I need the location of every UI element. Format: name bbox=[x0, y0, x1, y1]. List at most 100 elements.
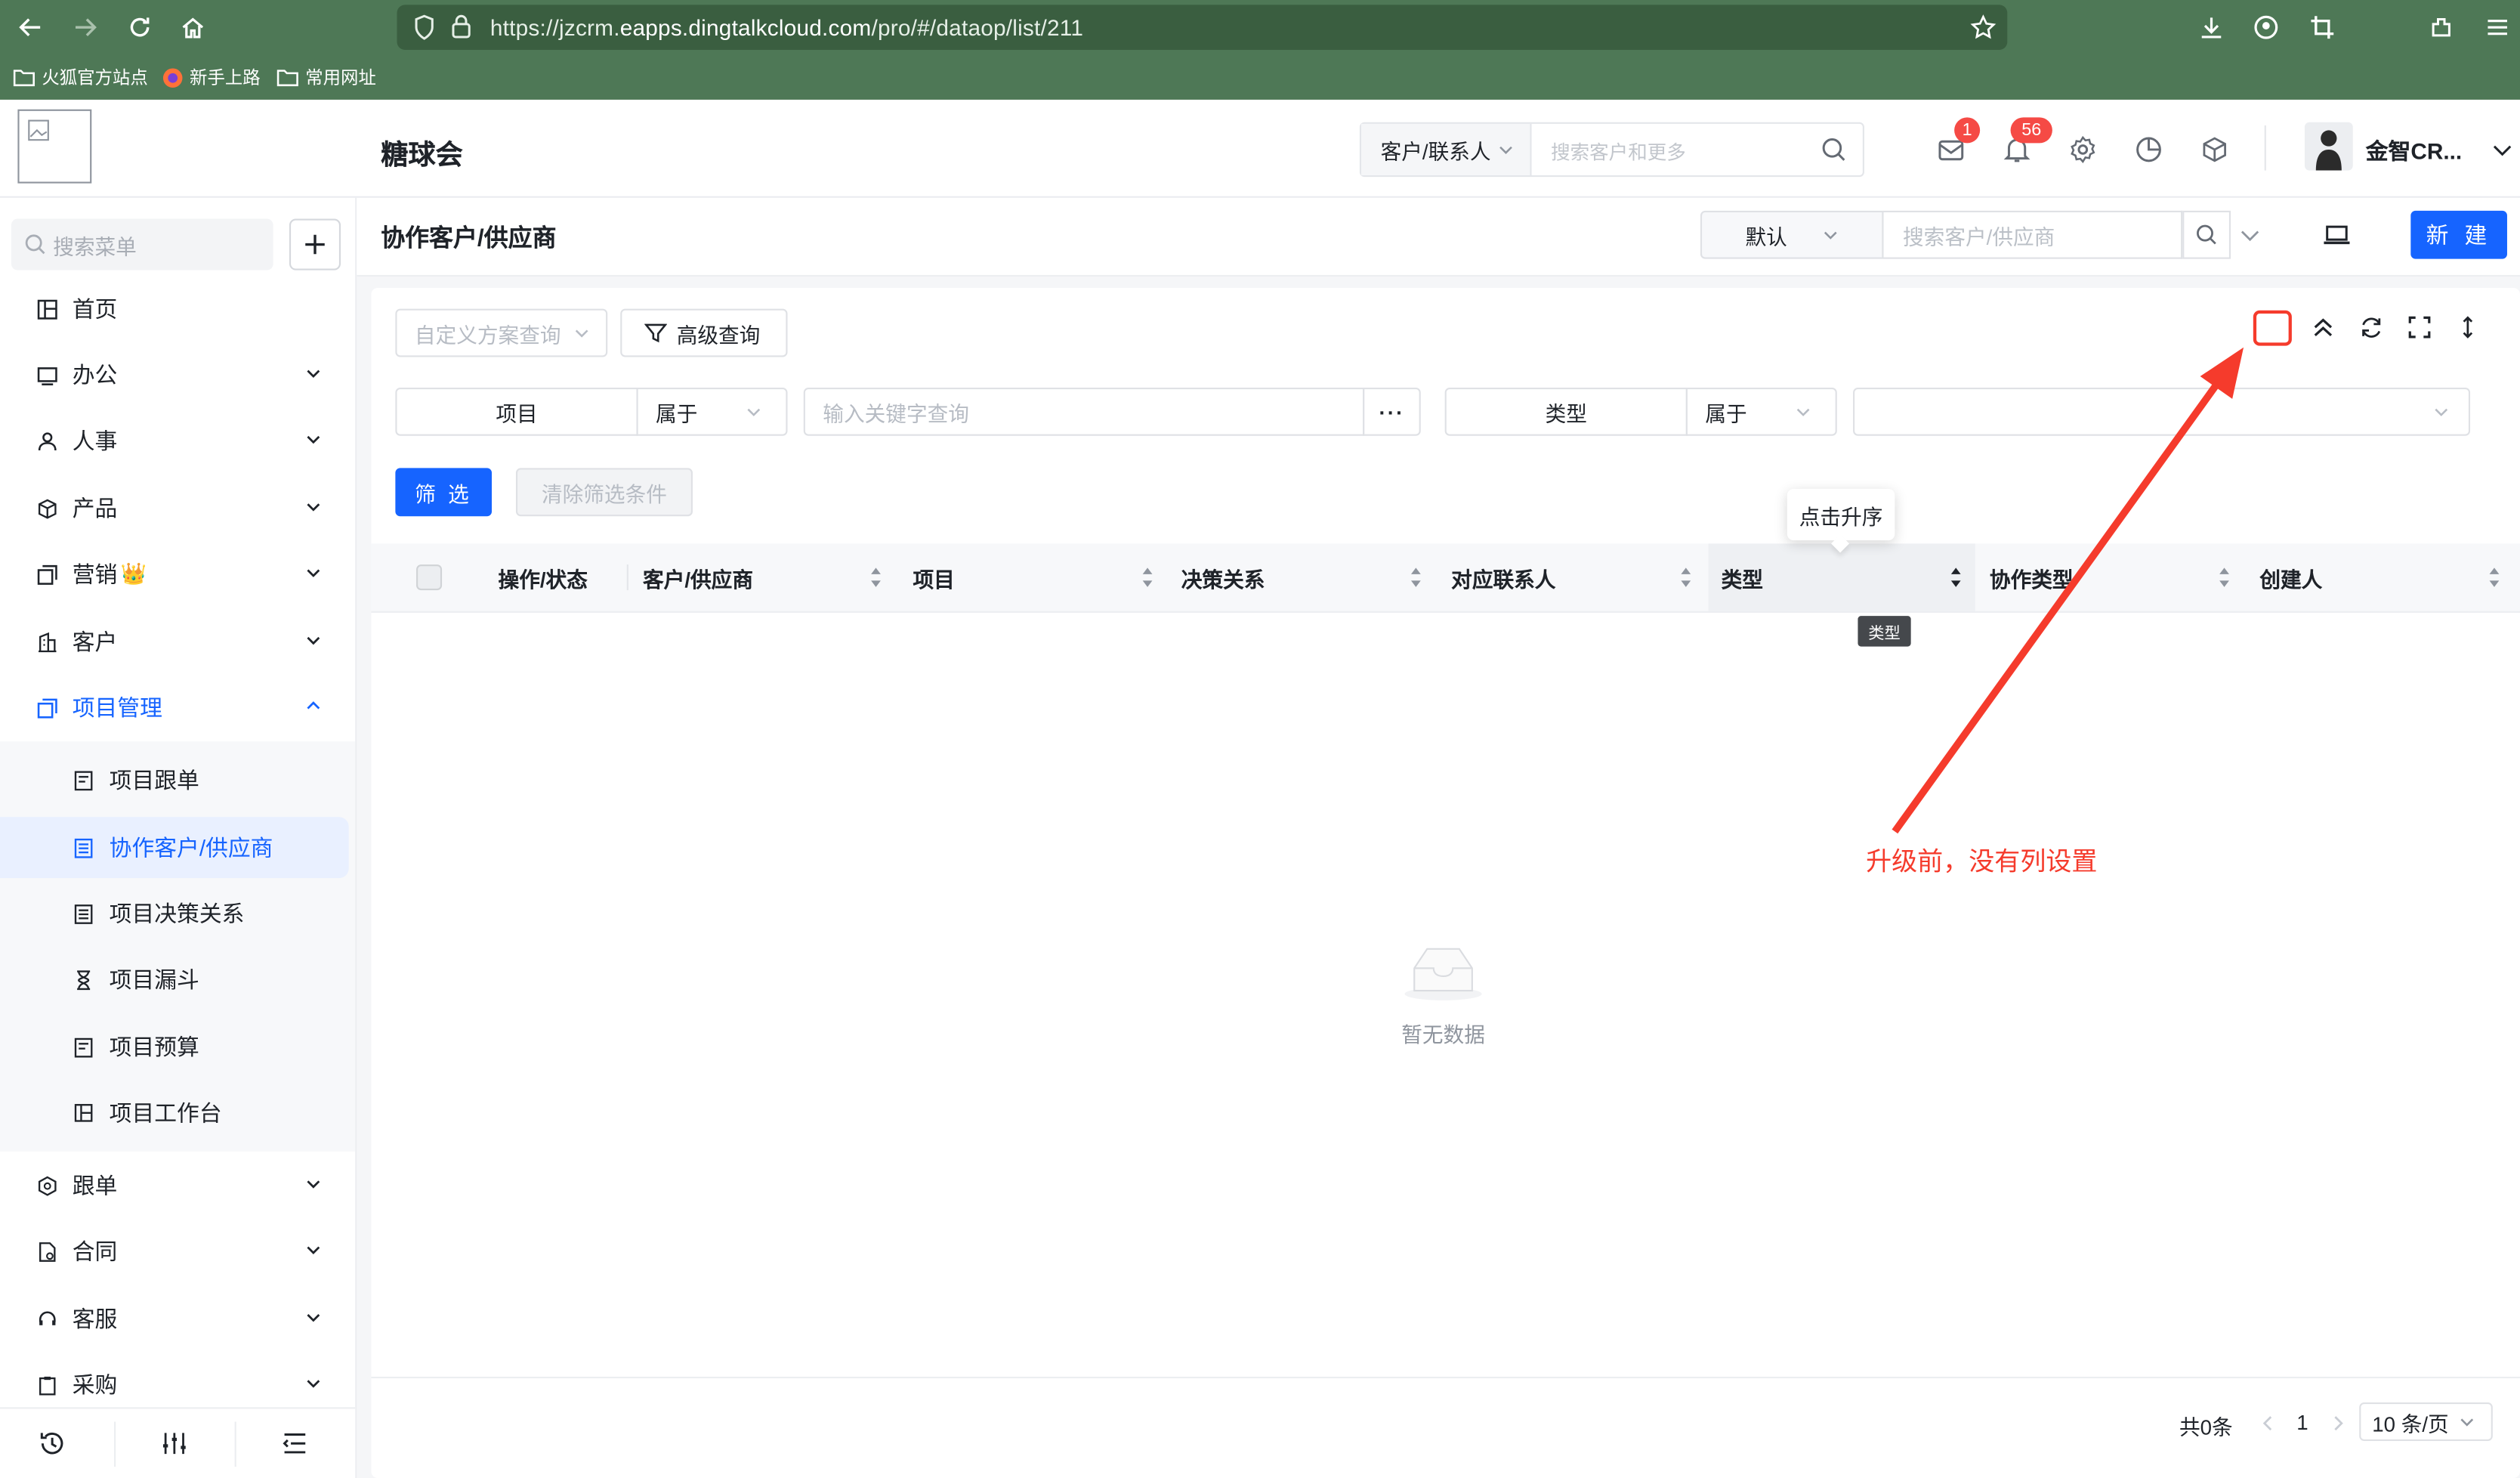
search-icon bbox=[25, 234, 45, 255]
select-all-checkbox[interactable] bbox=[416, 564, 443, 591]
submenu-item-decision-relations[interactable]: 项目决策关系 bbox=[0, 883, 349, 944]
sidebar-item-label: 采购 bbox=[72, 1371, 118, 1398]
sidebar-item-label: 首页 bbox=[72, 295, 118, 322]
sidebar-item-project-management[interactable]: 项目管理 bbox=[0, 677, 349, 738]
chevron-up-icon bbox=[307, 701, 320, 710]
prev-page-icon[interactable] bbox=[2261, 1415, 2274, 1431]
search-type-label: 客户/联系人 bbox=[1380, 139, 1491, 164]
column-header-decision[interactable]: 决策关系 bbox=[1181, 543, 1442, 611]
keyword-input[interactable]: 输入关键字查询 bbox=[803, 387, 1365, 436]
view-select[interactable]: 默认 bbox=[1700, 210, 1884, 259]
filter-field-type[interactable]: 类型 bbox=[1444, 387, 1688, 436]
submenu-item-funnel[interactable]: 项目漏斗 bbox=[0, 949, 349, 1010]
copy-icon bbox=[36, 563, 58, 586]
sidebar-item-hr[interactable]: 人事 bbox=[0, 410, 349, 472]
submenu-item-budget[interactable]: 项目预算 bbox=[0, 1016, 349, 1078]
page-search-input[interactable]: 搜索客户/供应商 bbox=[1883, 210, 2183, 259]
sidebar-item-service[interactable]: 客服 bbox=[0, 1288, 349, 1350]
add-menu-button[interactable] bbox=[289, 218, 341, 271]
account-icon[interactable] bbox=[2248, 10, 2284, 45]
advanced-query-button[interactable]: 高级查询 bbox=[620, 308, 788, 357]
app-header: 糖球会 客户/联系人 搜索客户和更多 1 56 金智CR... bbox=[0, 99, 2520, 198]
search-icon[interactable] bbox=[1821, 137, 1847, 162]
submenu-item-project-followup[interactable]: 项目跟单 bbox=[0, 750, 349, 811]
gear-icon[interactable] bbox=[2065, 132, 2101, 168]
bookmark-2[interactable]: 新手上路 bbox=[162, 64, 261, 90]
filter-field-project[interactable]: 项目 bbox=[395, 387, 638, 436]
chevron-down-icon bbox=[307, 636, 320, 645]
next-page-icon[interactable] bbox=[2332, 1415, 2345, 1431]
menu-search-input[interactable]: 搜索菜单 bbox=[11, 218, 273, 271]
search-icon bbox=[2197, 224, 2216, 245]
submenu-label: 项目决策关系 bbox=[109, 900, 245, 926]
fullscreen-icon[interactable] bbox=[2407, 315, 2432, 339]
sidebar-item-deals[interactable]: 跟单 bbox=[0, 1155, 349, 1216]
page-search-button[interactable] bbox=[2182, 210, 2231, 259]
footer-divider bbox=[371, 1376, 2520, 1379]
more-button[interactable]: ··· bbox=[1363, 387, 1421, 436]
sidebar-item-purchase[interactable]: 采购 bbox=[0, 1362, 349, 1408]
chevron-down-icon bbox=[307, 1380, 320, 1388]
laptop-icon[interactable] bbox=[2322, 222, 2351, 248]
collapse-up-icon[interactable] bbox=[2311, 315, 2335, 339]
submenu-item-partner-suppliers[interactable]: 协作客户/供应商 bbox=[0, 817, 349, 879]
logo[interactable] bbox=[17, 109, 92, 184]
bookmark-star-icon[interactable] bbox=[1970, 14, 1997, 40]
extensions-icon[interactable] bbox=[2423, 10, 2459, 45]
submenu-item-workbench[interactable]: 项目工作台 bbox=[0, 1082, 349, 1143]
page-size-select[interactable]: 10 条/页 bbox=[2359, 1402, 2493, 1442]
headset-icon bbox=[36, 1307, 58, 1330]
sidebar-item-label: 办公 bbox=[72, 361, 118, 388]
chevron-down-icon[interactable] bbox=[2493, 141, 2512, 157]
column-header-project[interactable]: 项目 bbox=[913, 543, 1173, 611]
filter-op-label: 属于 bbox=[1705, 401, 1747, 425]
chevron-down-icon bbox=[307, 370, 320, 379]
filter-button[interactable]: 筛 选 bbox=[395, 468, 493, 517]
filter-op-project[interactable]: 属于 bbox=[636, 387, 788, 436]
column-header-creator[interactable]: 创建人 bbox=[2259, 543, 2520, 611]
forward-icon[interactable] bbox=[67, 10, 103, 45]
column-label: 操作/状态 bbox=[498, 567, 588, 592]
lock-icon[interactable] bbox=[452, 14, 471, 39]
notification-badge: 56 bbox=[2010, 117, 2052, 144]
search-type-select[interactable]: 客户/联系人 bbox=[1361, 123, 1532, 175]
filter-op-type[interactable]: 属于 bbox=[1685, 387, 1837, 436]
reload-icon[interactable] bbox=[122, 10, 158, 45]
history-icon[interactable] bbox=[39, 1430, 66, 1457]
current-page[interactable]: 1 bbox=[2296, 1411, 2308, 1435]
refresh-icon[interactable] bbox=[2359, 315, 2383, 339]
user-name[interactable]: 金智CR... bbox=[2366, 135, 2462, 168]
sidebar-item-home[interactable]: 首页 bbox=[0, 278, 349, 339]
bookmark-3[interactable]: 常用网址 bbox=[276, 64, 376, 90]
row-height-icon[interactable] bbox=[2456, 315, 2480, 339]
avatar[interactable] bbox=[2304, 122, 2353, 171]
bookmark-1[interactable]: 火狐官方站点 bbox=[13, 64, 148, 90]
collapse-menu-icon[interactable] bbox=[281, 1430, 308, 1457]
crop-icon[interactable] bbox=[2305, 10, 2340, 45]
settings-sliders-icon[interactable] bbox=[161, 1430, 188, 1457]
download-icon[interactable] bbox=[2194, 10, 2229, 45]
global-search[interactable]: 客户/联系人 搜索客户和更多 bbox=[1359, 122, 1864, 178]
sidebar-item-office[interactable]: 办公 bbox=[0, 344, 349, 405]
column-header-customer[interactable]: 客户/供应商 bbox=[643, 543, 903, 611]
menu-icon[interactable] bbox=[2480, 10, 2515, 45]
clear-filters-button[interactable]: 清除筛选条件 bbox=[515, 468, 693, 517]
sidebar-item-customer[interactable]: 客户 bbox=[0, 611, 349, 673]
shield-icon[interactable] bbox=[413, 14, 436, 40]
home-icon[interactable] bbox=[175, 10, 211, 45]
back-icon[interactable] bbox=[13, 10, 48, 45]
bookmark-label: 火狐官方站点 bbox=[42, 69, 148, 89]
column-header-status[interactable]: 操作/状态 bbox=[499, 543, 640, 611]
cube-icon[interactable] bbox=[2197, 132, 2232, 168]
sidebar-item-contract[interactable]: 合同 bbox=[0, 1220, 349, 1282]
new-button[interactable]: 新 建 bbox=[2410, 210, 2507, 259]
scheme-select[interactable]: 自定义方案查询 bbox=[395, 308, 608, 357]
search-placeholder[interactable]: 搜索客户和更多 bbox=[1551, 138, 1686, 165]
sort-icon bbox=[1142, 567, 1153, 587]
url-bar[interactable]: https://jzcrm.eapps.dingtalkcloud.com/pr… bbox=[397, 5, 2008, 50]
column-header-contact[interactable]: 对应联系人 bbox=[1451, 543, 1712, 611]
chart-pie-icon[interactable] bbox=[2131, 132, 2166, 168]
chevron-down-icon[interactable] bbox=[2241, 227, 2260, 243]
sidebar-item-product[interactable]: 产品 bbox=[0, 478, 349, 539]
sidebar-item-marketing[interactable]: 营销 👑 bbox=[0, 543, 349, 604]
